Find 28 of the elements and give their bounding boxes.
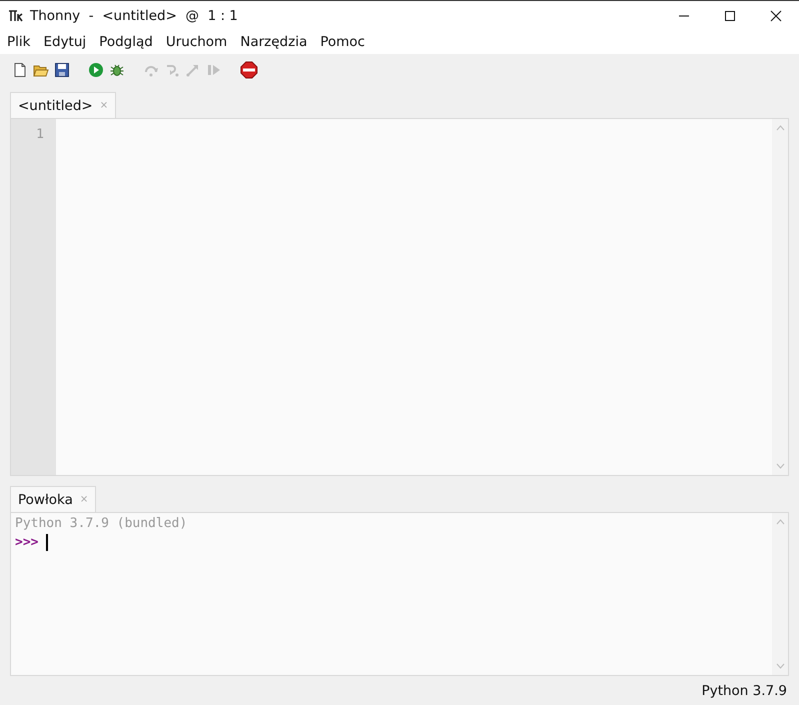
menu-item[interactable]: Pomoc xyxy=(320,34,365,50)
editor-tab[interactable]: <untitled> × xyxy=(10,92,116,118)
stop-icon[interactable] xyxy=(240,61,258,79)
close-icon[interactable] xyxy=(770,10,782,22)
window-title: Thonny - <untitled> @ 1 : 1 xyxy=(30,8,238,24)
scrollbar[interactable] xyxy=(772,513,788,675)
menu-item[interactable]: Podgląd xyxy=(99,34,153,50)
line-number: 1 xyxy=(36,127,44,142)
menu-item[interactable]: Edytuj xyxy=(43,34,86,50)
new-file-icon[interactable] xyxy=(12,62,28,78)
app-logo-icon xyxy=(8,8,24,22)
status-text: Python 3.7.9 xyxy=(702,682,787,698)
text-cursor xyxy=(46,534,48,551)
maximize-icon[interactable] xyxy=(724,10,736,22)
scroll-up-icon[interactable] xyxy=(776,519,784,525)
menu-item[interactable]: Narzędzia xyxy=(240,34,308,50)
scrollbar[interactable] xyxy=(772,119,788,475)
scroll-up-icon[interactable] xyxy=(776,125,784,131)
bug-icon[interactable] xyxy=(109,62,125,78)
scroll-down-icon[interactable] xyxy=(776,663,784,669)
shell-tab[interactable]: Powłoka × xyxy=(10,486,96,512)
shell-prompt: >>> xyxy=(15,535,38,550)
run-icon[interactable] xyxy=(88,62,104,78)
menu-item[interactable]: Uruchom xyxy=(166,34,228,50)
version-text: Python 3.7.9 (bundled) xyxy=(15,516,188,531)
shell-console[interactable]: Python 3.7.9 (bundled) >>> xyxy=(10,512,789,676)
scroll-down-icon[interactable] xyxy=(776,463,784,469)
menu-item[interactable]: Plik xyxy=(7,34,30,50)
